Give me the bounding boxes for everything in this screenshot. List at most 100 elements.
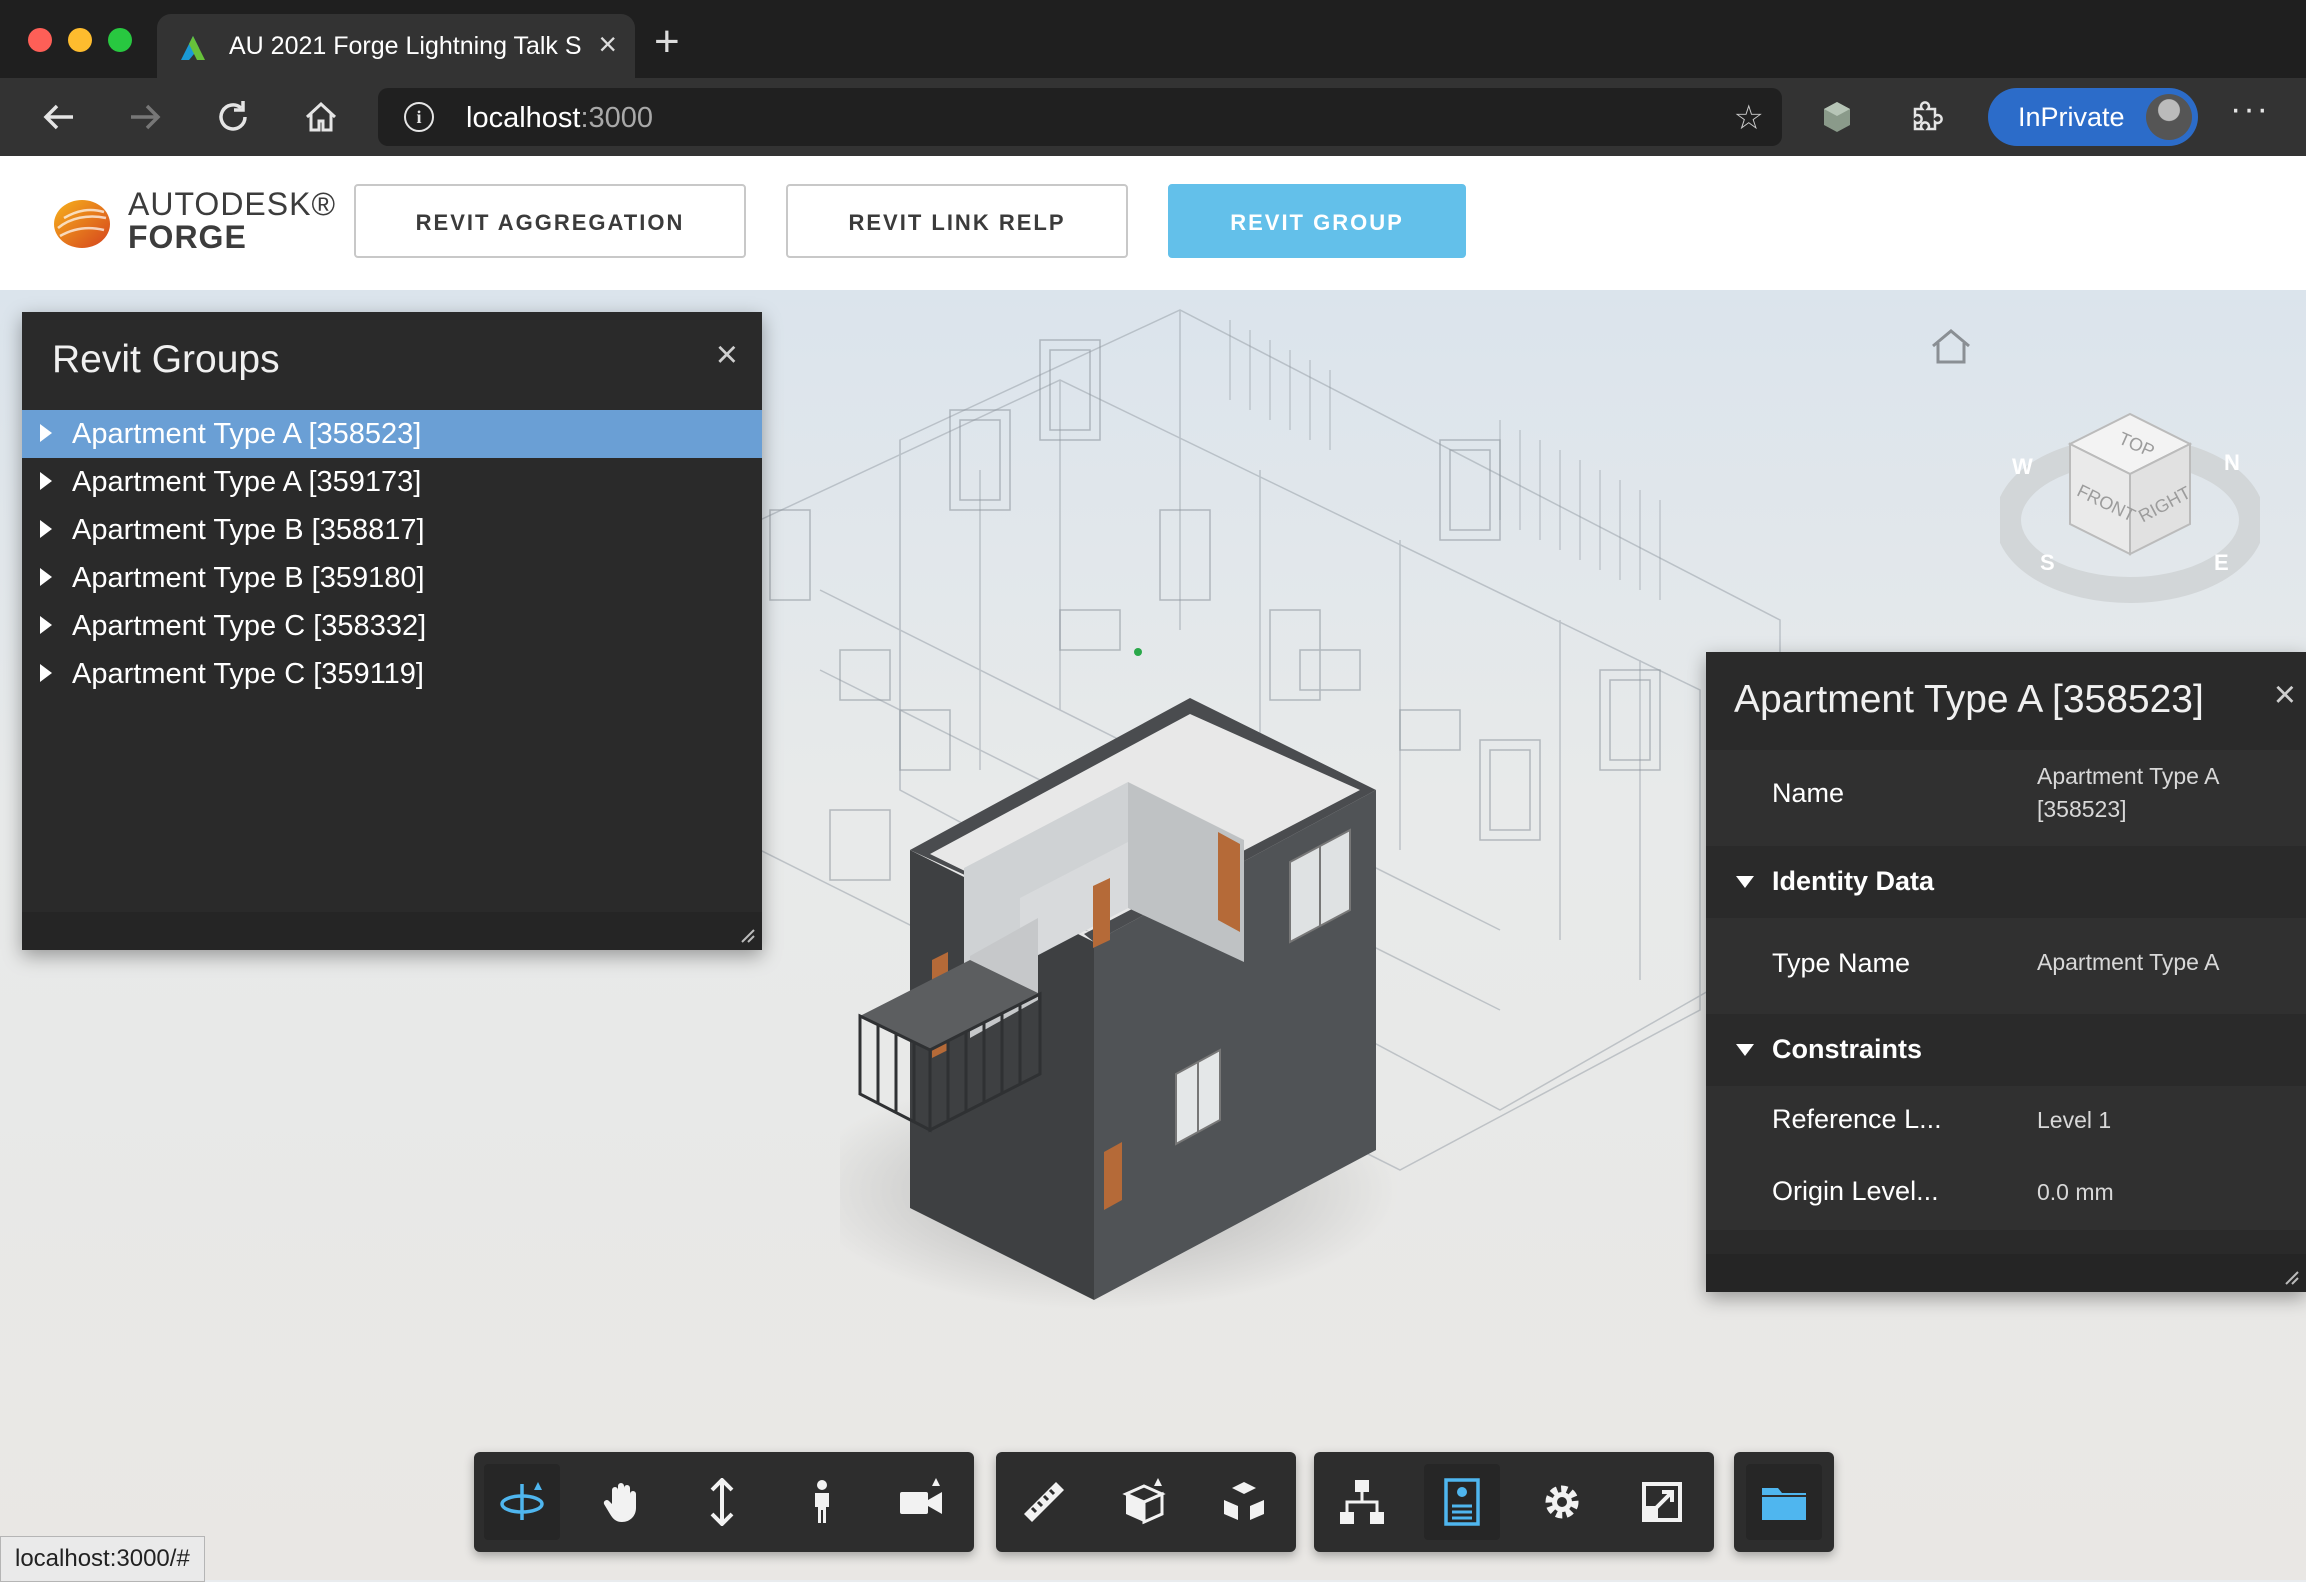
- app-header: AUTODESK® FORGE REVIT AGGREGATION REVIT …: [0, 156, 2306, 290]
- tree-item-label: Apartment Type C [359119]: [72, 658, 424, 690]
- tree-item[interactable]: Apartment Type B [358817]: [22, 506, 762, 554]
- model-browser-button[interactable]: [1324, 1464, 1400, 1540]
- new-tab-button[interactable]: +: [654, 20, 680, 64]
- fullscreen-icon: [1642, 1482, 1682, 1522]
- gear-icon: [1545, 1485, 1579, 1519]
- inprivate-profile-button[interactable]: InPrivate: [1988, 88, 2198, 146]
- explode-button[interactable]: [1206, 1464, 1282, 1540]
- tab-close-icon[interactable]: ×: [598, 26, 617, 63]
- revit-groups-close-icon[interactable]: ×: [716, 334, 738, 377]
- fullscreen-button[interactable]: [1624, 1464, 1700, 1540]
- revit-link-relp-button[interactable]: REVIT LINK RELP: [786, 184, 1128, 258]
- viewcube[interactable]: TOP FRONT RIGHT N W S E: [2000, 370, 2260, 610]
- section-button[interactable]: [1106, 1464, 1182, 1540]
- address-url: localhost:3000: [466, 102, 653, 135]
- property-row: Type Name Apartment Type A: [1706, 918, 2306, 1014]
- panel-footer: [1706, 1254, 2306, 1292]
- tab-title: AU 2021 Forge Lightning Talk S: [229, 32, 582, 60]
- folder-icon: [1762, 1488, 1806, 1520]
- home-view-icon[interactable]: [1928, 326, 1974, 366]
- more-menu-icon[interactable]: ···: [2230, 90, 2270, 129]
- extension-cube-button[interactable]: [1812, 92, 1862, 142]
- browser-titlebar: AU 2021 Forge Lightning Talk S × +: [0, 0, 2306, 78]
- property-row: Reference L... Level 1 Origin Level... 0…: [1706, 1086, 2306, 1230]
- tree-item[interactable]: Apartment Type B [359180]: [22, 554, 762, 602]
- forge-viewer-canvas[interactable]: TOP FRONT RIGHT N W S E Revit Groups × A…: [0, 290, 2306, 1580]
- tree-item-label: Apartment Type A [359173]: [72, 466, 422, 498]
- close-window-button[interactable]: [28, 28, 52, 52]
- resize-handle-icon[interactable]: [2284, 1270, 2300, 1286]
- maximize-window-button[interactable]: [108, 28, 132, 52]
- apartment-3d-model[interactable]: [840, 670, 1400, 1430]
- property-category[interactable]: Constraints: [1706, 1014, 2306, 1086]
- reload-button[interactable]: [208, 92, 258, 142]
- expand-caret-icon[interactable]: [40, 664, 52, 682]
- brand-wordmark: AUTODESK® FORGE: [128, 186, 336, 256]
- tree-item[interactable]: Apartment Type C [358332]: [22, 602, 762, 650]
- expand-caret-icon[interactable]: [40, 472, 52, 490]
- revit-groups-title: Revit Groups: [52, 338, 280, 381]
- properties-close-icon[interactable]: ×: [2274, 674, 2296, 717]
- collapse-caret-icon[interactable]: [1736, 876, 1754, 888]
- camera-button[interactable]: [884, 1464, 960, 1540]
- first-person-icon: [815, 1480, 829, 1523]
- first-person-button[interactable]: [784, 1464, 860, 1540]
- settings-toolbar: [1314, 1452, 1714, 1552]
- revit-groups-panel: Revit Groups × Apartment Type A [358523]…: [22, 312, 762, 950]
- tree-item[interactable]: Apartment Type A [358523]: [22, 410, 762, 458]
- property-key: Reference L...: [1772, 1104, 1942, 1134]
- forge-logo-icon: [54, 200, 110, 248]
- address-bar[interactable]: i localhost:3000 ☆: [378, 88, 1782, 146]
- category-label: Identity Data: [1772, 866, 1935, 896]
- category-label: Constraints: [1772, 1034, 1923, 1064]
- status-bar-url: localhost:3000/#: [0, 1536, 205, 1582]
- expand-caret-icon[interactable]: [40, 520, 52, 538]
- explode-icon: [1224, 1482, 1264, 1520]
- zoom-button[interactable]: [684, 1464, 760, 1540]
- favorite-star-icon[interactable]: ☆: [1734, 98, 1764, 138]
- properties-title: Apartment Type A [358523]: [1734, 678, 2204, 721]
- properties-button[interactable]: [1424, 1464, 1500, 1540]
- tree-item-label: Apartment Type A [358523]: [72, 418, 422, 450]
- settings-button[interactable]: [1524, 1464, 1600, 1540]
- collapse-caret-icon[interactable]: [1736, 1044, 1754, 1056]
- tree-item-label: Apartment Type B [358817]: [72, 514, 425, 546]
- section-icon: [1122, 1478, 1166, 1525]
- expand-caret-icon[interactable]: [40, 616, 52, 634]
- inprivate-label: InPrivate: [2018, 102, 2125, 132]
- pan-button[interactable]: [584, 1464, 660, 1540]
- tree-item[interactable]: Apartment Type A [359173]: [22, 458, 762, 506]
- arrow-left-icon: [43, 104, 73, 130]
- orbit-button[interactable]: [484, 1464, 560, 1540]
- avatar: [2146, 94, 2192, 140]
- model-browser-icon: [1340, 1480, 1384, 1524]
- browser-tab[interactable]: AU 2021 Forge Lightning Talk S ×: [157, 14, 635, 78]
- revit-aggregation-button[interactable]: REVIT AGGREGATION: [354, 184, 746, 258]
- reload-icon: [219, 101, 247, 131]
- resize-handle-icon[interactable]: [740, 928, 756, 944]
- property-value: 0.0 mm: [2037, 1179, 2114, 1205]
- url-host: localhost: [466, 102, 581, 134]
- revit-group-button[interactable]: REVIT GROUP: [1168, 184, 1466, 258]
- forge-favicon-icon: [181, 36, 205, 60]
- document-browser-button[interactable]: [1746, 1464, 1822, 1540]
- forward-button[interactable]: [120, 92, 170, 142]
- compass-e-label: E: [2214, 550, 2229, 575]
- property-category[interactable]: Identity Data: [1706, 846, 2306, 918]
- minimize-window-button[interactable]: [68, 28, 92, 52]
- tree-item-label: Apartment Type C [358332]: [72, 610, 427, 642]
- expand-caret-icon[interactable]: [40, 568, 52, 586]
- tree-item[interactable]: Apartment Type C [359119]: [22, 650, 762, 698]
- measure-button[interactable]: [1006, 1464, 1082, 1540]
- back-button[interactable]: [34, 92, 84, 142]
- arrow-right-icon: [131, 104, 161, 130]
- site-info-icon[interactable]: i: [404, 102, 434, 132]
- url-port: :3000: [580, 102, 654, 134]
- expand-caret-icon[interactable]: [40, 424, 52, 442]
- navigation-toolbar: [474, 1452, 974, 1552]
- compass-w-label: W: [2012, 454, 2033, 479]
- compass-n-label: N: [2224, 450, 2240, 475]
- home-button[interactable]: [296, 92, 346, 142]
- home-icon: [305, 101, 337, 132]
- extensions-button[interactable]: [1900, 92, 1950, 142]
